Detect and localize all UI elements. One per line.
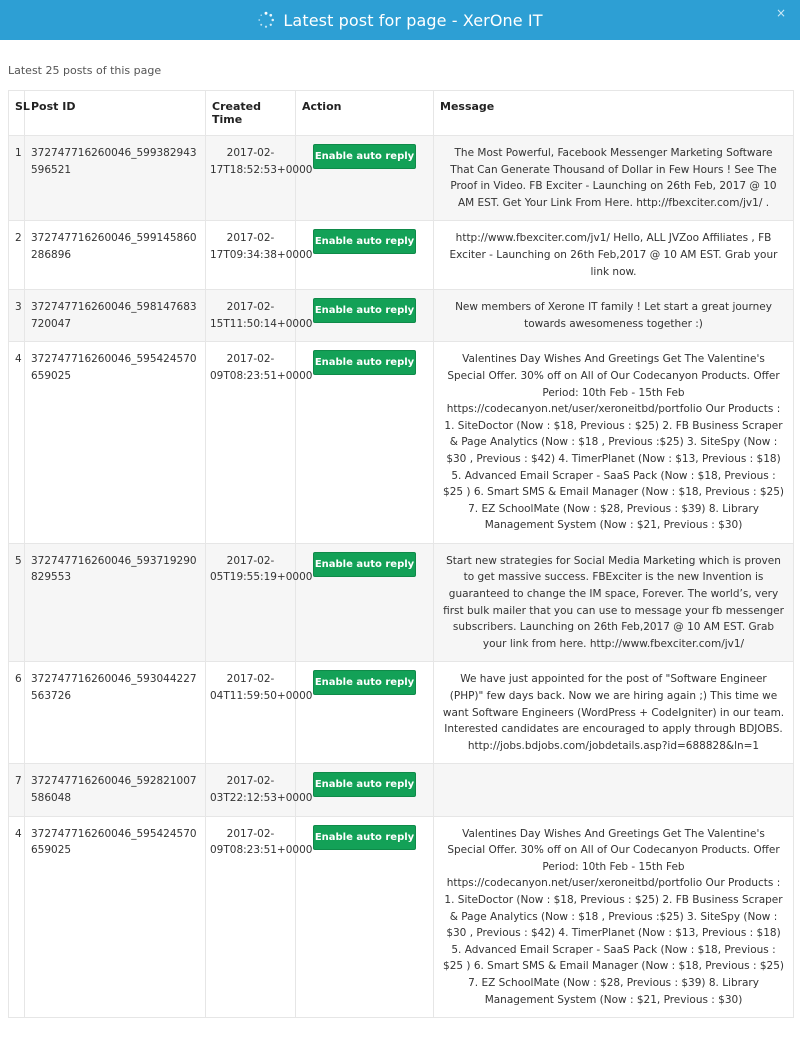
row-post-id: 372747716260046_599145860286896 <box>24 220 206 291</box>
posts-count-label: Latest 25 posts of this page <box>8 64 162 77</box>
modal-title-wrap: Latest post for page - XerOne IT <box>257 11 542 30</box>
modal-title: Latest post for page - XerOne IT <box>283 10 543 30</box>
enable-auto-reply-button[interactable]: Enable auto reply <box>313 824 416 850</box>
row-post-id: 372747716260046_595424570659025 <box>24 815 206 1019</box>
row-post-id: 372747716260046_592821007586048 <box>24 763 206 817</box>
table-row: 4 372747716260046_595424570659025 2017-0… <box>8 341 794 544</box>
header-created-time: Created Time <box>205 90 296 136</box>
loading-spinner-icon <box>258 11 275 28</box>
row-created-time: 2017-02-09T08:23:51+0000 <box>205 341 312 544</box>
row-post-id: 372747716260046_595424570659025 <box>24 341 206 544</box>
table-row: 6 372747716260046_593044227563726 2017-0… <box>8 661 794 765</box>
table-row: 7 372747716260046_592821007586048 2017-0… <box>8 763 794 817</box>
row-action-cell: Enable auto reply <box>295 341 434 544</box>
row-created-time: 2017-02-03T22:12:53+0000 <box>205 763 312 817</box>
row-action-cell: Enable auto reply <box>295 134 434 222</box>
row-created-time: 2017-02-09T08:23:51+0000 <box>205 815 312 1019</box>
row-sl: 1 <box>8 134 25 222</box>
row-action-cell: Enable auto reply <box>295 220 434 291</box>
header-message: Message <box>433 90 794 136</box>
row-created-time: 2017-02-17T09:34:38+0000 <box>205 220 312 291</box>
row-post-id: 372747716260046_593044227563726 <box>24 661 206 765</box>
row-sl: 3 <box>8 289 25 343</box>
table-row: 4 372747716260046_595424570659025 2017-0… <box>8 815 794 1019</box>
row-created-time: 2017-02-15T11:50:14+0000 <box>205 289 312 343</box>
modal-header: Latest post for page - XerOne IT × <box>0 0 800 40</box>
row-message: http://www.fbexciter.com/jv1/ Hello, ALL… <box>433 220 794 291</box>
table-row: 2 372747716260046_599145860286896 2017-0… <box>8 220 794 291</box>
row-action-cell: Enable auto reply <box>295 289 434 343</box>
posts-table: SL Post ID Created Time Action Message 1… <box>8 90 794 1019</box>
table-row: 5 372747716260046_593719290829553 2017-0… <box>8 542 794 663</box>
close-icon[interactable]: × <box>776 6 786 20</box>
enable-auto-reply-button[interactable]: Enable auto reply <box>313 772 416 798</box>
row-action-cell: Enable auto reply <box>295 763 434 817</box>
row-created-time: 2017-02-04T11:59:50+0000 <box>205 661 312 765</box>
enable-auto-reply-button[interactable]: Enable auto reply <box>313 229 416 255</box>
row-message: The Most Powerful, Facebook Messenger Ma… <box>433 134 794 222</box>
row-message: Valentines Day Wishes And Greetings Get … <box>433 341 794 544</box>
row-action-cell: Enable auto reply <box>295 661 434 765</box>
enable-auto-reply-button[interactable]: Enable auto reply <box>313 350 416 376</box>
enable-auto-reply-button[interactable]: Enable auto reply <box>313 670 416 696</box>
row-message: New members of Xerone IT family ! Let st… <box>433 289 794 343</box>
header-post-id: Post ID <box>24 90 206 136</box>
row-created-time: 2017-02-05T19:55:19+0000 <box>205 542 312 663</box>
row-message: Start new strategies for Social Media Ma… <box>433 542 794 663</box>
table-header-row: SL Post ID Created Time Action Message <box>8 90 794 136</box>
row-created-time: 2017-02-17T18:52:53+0000 <box>205 134 312 222</box>
row-sl: 4 <box>8 815 25 1019</box>
enable-auto-reply-button[interactable]: Enable auto reply <box>313 298 416 324</box>
row-sl: 2 <box>8 220 25 291</box>
row-sl: 7 <box>8 763 25 817</box>
row-message: Valentines Day Wishes And Greetings Get … <box>433 815 794 1019</box>
row-message: We have just appointed for the post of "… <box>433 661 794 765</box>
row-message <box>433 763 794 817</box>
header-action: Action <box>295 90 434 136</box>
table-row: 3 372747716260046_598147683720047 2017-0… <box>8 289 794 343</box>
row-sl: 6 <box>8 661 25 765</box>
row-sl: 4 <box>8 341 25 544</box>
row-sl: 5 <box>8 542 25 663</box>
row-action-cell: Enable auto reply <box>295 542 434 663</box>
enable-auto-reply-button[interactable]: Enable auto reply <box>313 144 416 169</box>
header-sl: SL <box>8 90 30 136</box>
enable-auto-reply-button[interactable]: Enable auto reply <box>313 551 416 577</box>
row-action-cell: Enable auto reply <box>295 815 434 1019</box>
row-post-id: 372747716260046_593719290829553 <box>24 542 206 663</box>
table-row: 1 372747716260046_599382943596521 2017-0… <box>8 134 794 222</box>
row-post-id: 372747716260046_598147683720047 <box>24 289 206 343</box>
table-body: 1 372747716260046_599382943596521 2017-0… <box>8 134 794 1019</box>
row-post-id: 372747716260046_599382943596521 <box>24 134 206 222</box>
